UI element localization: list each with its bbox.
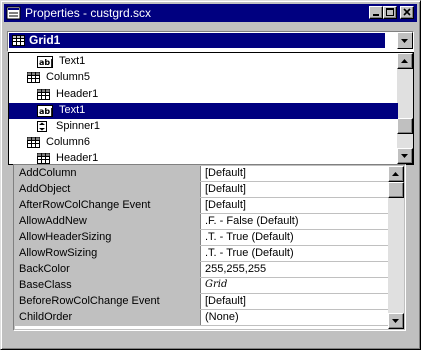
property-value[interactable]: 255,255,255 xyxy=(205,263,266,275)
property-name: AllowHeaderSizing xyxy=(19,231,112,243)
dropdown-item[interactable]: Header1 xyxy=(9,87,398,103)
object-selector-value[interactable]: Grid1 xyxy=(9,33,385,48)
header-icon xyxy=(37,89,50,100)
svg-text:ab|: ab| xyxy=(39,58,53,67)
scroll-down-button[interactable] xyxy=(397,148,413,164)
property-name-cell: AllowRowSizing xyxy=(15,246,201,261)
property-grid-scrollbar[interactable] xyxy=(388,166,404,329)
chevron-up-icon xyxy=(392,172,399,176)
textbox-icon: ab| xyxy=(37,56,53,68)
properties-window-icon xyxy=(6,6,21,20)
dropdown-item-label: Column6 xyxy=(46,136,91,148)
chevron-down-icon xyxy=(401,39,408,43)
minimize-icon xyxy=(373,14,379,16)
minimize-button[interactable] xyxy=(369,6,383,19)
property-value[interactable]: .F. - False (Default) xyxy=(205,215,299,227)
property-value[interactable]: [Default] xyxy=(205,167,246,179)
property-grid[interactable]: AddColumn [Default] AddObject [Default] Afte… xyxy=(15,166,404,329)
close-button[interactable] xyxy=(400,6,414,19)
property-name: AllowAddNew xyxy=(19,215,87,227)
dropdown-item[interactable]: ab| Text1 xyxy=(9,54,398,70)
chevron-down-icon xyxy=(392,319,399,323)
dropdown-item-label: Text1 xyxy=(59,55,86,67)
dropdown-item-label: Header1 xyxy=(56,152,99,164)
window-title: Properties - custgrd.scx xyxy=(25,6,152,20)
property-name-cell: AllowAddNew xyxy=(15,214,201,229)
property-name-cell: AddColumn xyxy=(15,166,201,181)
textbox-icon: ab| xyxy=(37,105,53,117)
maximize-icon xyxy=(386,8,394,16)
property-value[interactable]: [Default] xyxy=(205,183,246,195)
property-name-cell: AllowHeaderSizing xyxy=(15,230,201,245)
property-row[interactable]: AllowAddNew .F. - False (Default) xyxy=(15,214,404,230)
grid-scroll-up-button[interactable] xyxy=(388,166,404,182)
object-selector[interactable]: Grid1 xyxy=(7,31,414,52)
title-bar[interactable]: Properties - custgrd.scx xyxy=(4,4,417,22)
chevron-up-icon xyxy=(401,59,408,63)
scroll-up-button[interactable] xyxy=(397,53,413,69)
property-value[interactable]: [Default] xyxy=(205,199,246,211)
property-name-cell: ChildOrder xyxy=(15,310,201,325)
property-row[interactable]: AfterRowColChange Event [Default] xyxy=(15,198,404,214)
property-name: BaseClass xyxy=(19,279,72,291)
svg-text:ab|: ab| xyxy=(39,107,53,116)
property-name: AddObject xyxy=(19,183,71,195)
dropdown-item[interactable]: Column5 xyxy=(9,70,398,86)
property-value[interactable]: (None) xyxy=(205,311,239,323)
property-value[interactable]: Grid xyxy=(205,279,227,290)
dropdown-item-label: Column5 xyxy=(46,71,91,83)
property-value[interactable]: .T. - True (Default) xyxy=(205,231,294,243)
dropdown-item[interactable]: Column6 xyxy=(9,135,398,151)
property-name: BeforeRowColChange Event xyxy=(19,295,160,307)
property-name-cell: BaseClass xyxy=(15,278,201,293)
close-icon xyxy=(403,8,411,16)
property-row[interactable]: AddObject [Default] xyxy=(15,182,404,198)
maximize-button[interactable] xyxy=(383,6,397,19)
dropdown-item[interactable]: ab| Text1 xyxy=(9,103,398,119)
object-selector-dropdown-button[interactable] xyxy=(397,32,413,49)
property-row[interactable]: AllowHeaderSizing .T. - True (Default) xyxy=(15,230,404,246)
property-name-cell: BeforeRowColChange Event xyxy=(15,294,201,309)
dropdown-item-label: Spinner1 xyxy=(56,120,101,132)
spinner-icon xyxy=(37,121,47,132)
dropdown-item[interactable]: Spinner1 xyxy=(9,119,398,135)
property-name: AddColumn xyxy=(19,167,77,179)
column-icon xyxy=(27,72,40,83)
property-row[interactable]: BaseClass Grid xyxy=(15,278,404,294)
grid-icon xyxy=(12,35,25,46)
object-dropdown-list[interactable]: ab| Text1 Column5 Header1 ab| Text1 Spinner1 Co… xyxy=(8,52,414,165)
property-row[interactable]: BackColor 255,255,255 xyxy=(15,262,404,278)
property-name: AfterRowColChange Event xyxy=(19,199,151,211)
property-name: AllowRowSizing xyxy=(19,247,98,259)
column-icon xyxy=(27,137,40,148)
property-row[interactable]: AllowRowSizing .T. - True (Default) xyxy=(15,246,404,262)
property-row[interactable]: ChildOrder (None) xyxy=(15,310,404,326)
property-value[interactable]: .T. - True (Default) xyxy=(205,247,294,259)
property-name: ChildOrder xyxy=(19,311,73,323)
object-selector-label: Grid1 xyxy=(29,33,61,47)
property-name: BackColor xyxy=(19,263,70,275)
property-name-cell: AfterRowColChange Event xyxy=(15,198,201,213)
property-row[interactable]: AddColumn [Default] xyxy=(15,166,404,182)
property-name-cell: BackColor xyxy=(15,262,201,277)
grid-scroll-down-button[interactable] xyxy=(388,313,404,329)
dropdown-item-label: Header1 xyxy=(56,88,99,100)
dropdown-item-label: Text1 xyxy=(59,104,86,116)
grid-scroll-thumb[interactable] xyxy=(388,182,404,198)
property-value[interactable]: [Default] xyxy=(205,295,246,307)
scroll-thumb[interactable] xyxy=(397,118,413,134)
property-row[interactable]: BeforeRowColChange Event [Default] xyxy=(15,294,404,310)
chevron-down-icon xyxy=(401,154,408,158)
properties-window: Properties - custgrd.scx Grid1 ab| Text1… xyxy=(0,0,421,350)
property-name-cell: AddObject xyxy=(15,182,201,197)
dropdown-scrollbar[interactable] xyxy=(397,53,413,164)
